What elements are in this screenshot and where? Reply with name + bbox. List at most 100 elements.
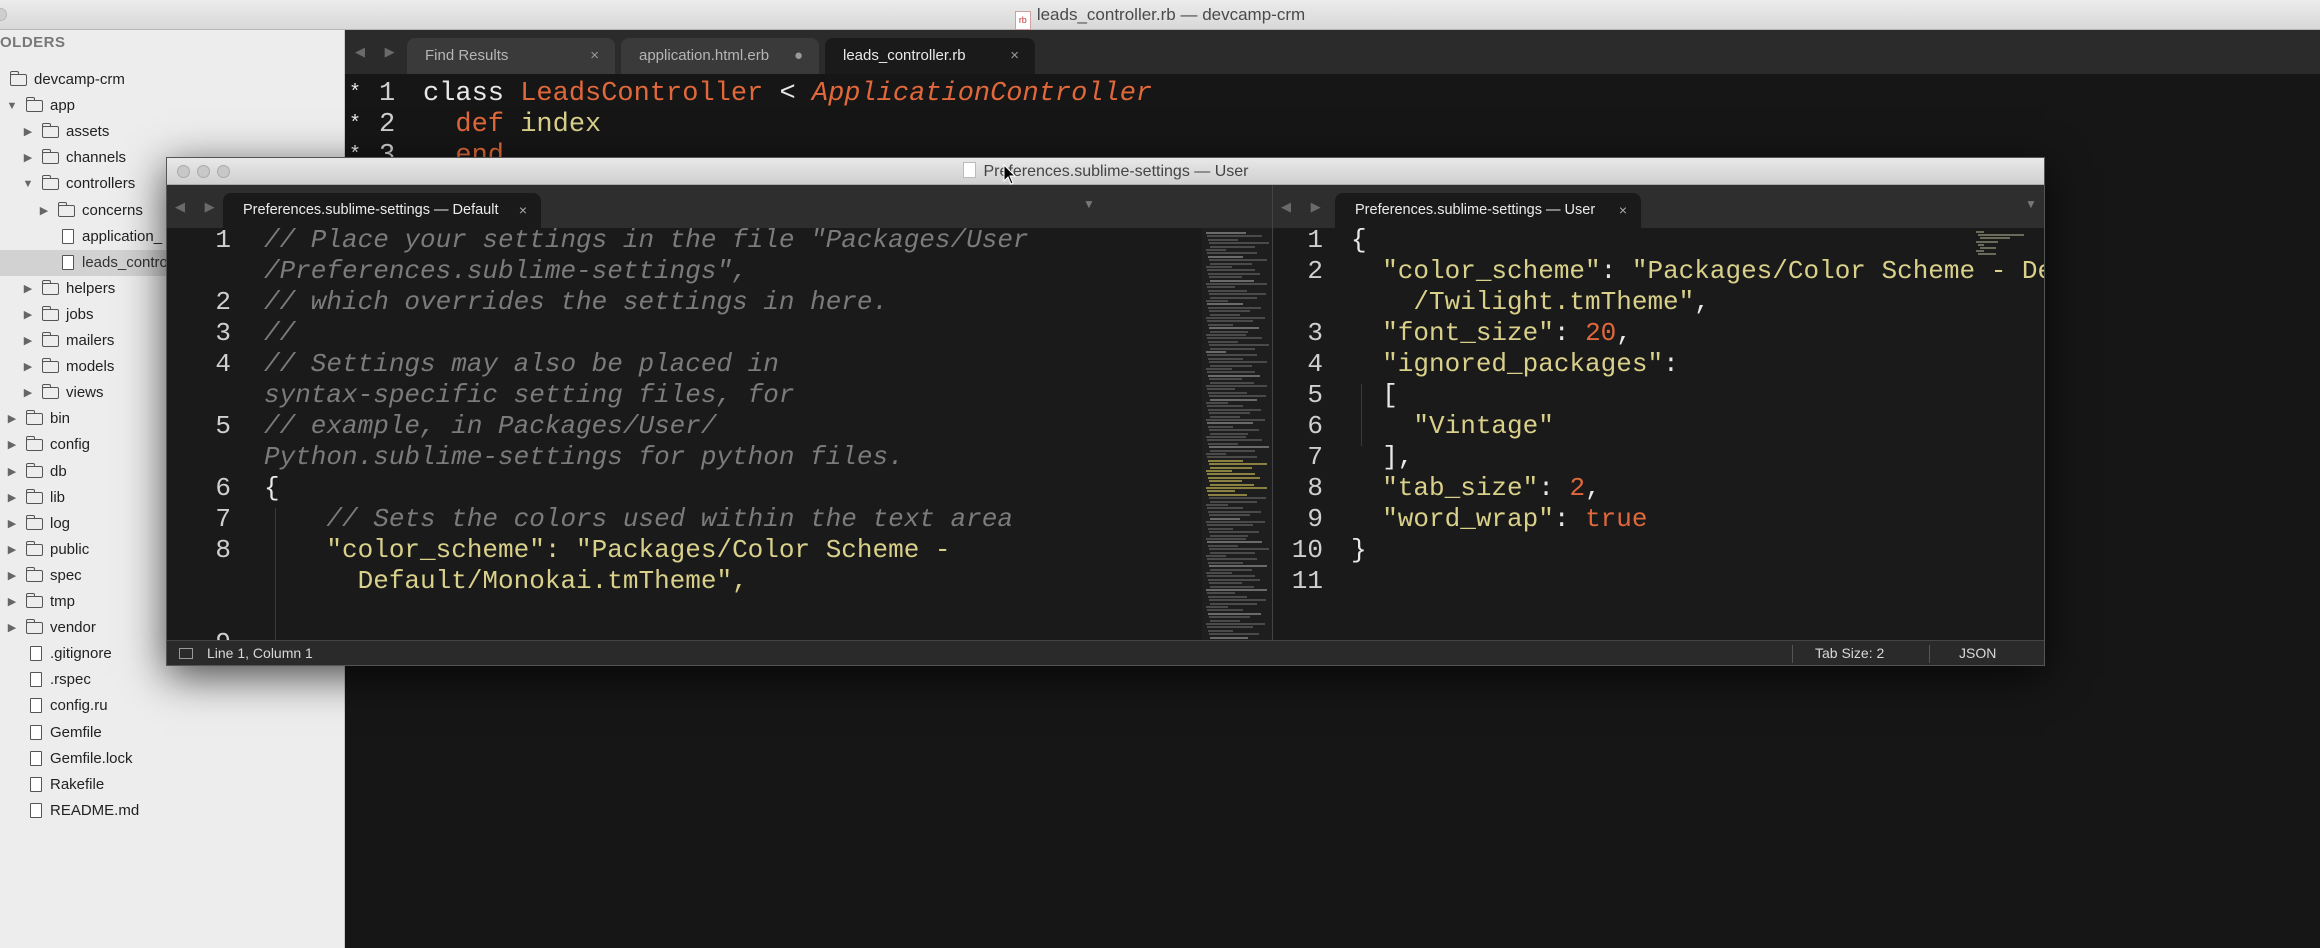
folder-row[interactable]: ▼ app [0,93,344,119]
code-token: < [763,79,812,109]
folder-icon [25,488,43,504]
minimap-line [1210,551,1255,554]
indent-guide [1361,384,1362,446]
file-row[interactable]: README.md [0,798,344,824]
right-nav-arrows[interactable]: ◀ ▶ [1281,199,1329,215]
disclosure-closed-icon[interactable]: ▶ [6,459,18,485]
file-icon [30,646,42,662]
minimap-line [1207,405,1243,408]
minimap-line [1206,606,1228,608]
tab-leads-controller[interactable]: leads_controller.rb × [825,38,1035,74]
minimap-line [1209,446,1269,449]
minimap-line [1208,442,1238,445]
disclosure-closed-icon[interactable]: ▶ [22,302,34,328]
minimap-line [1207,456,1257,459]
code-line: } [1351,535,1367,566]
folder-row[interactable]: ▶ assets [0,119,344,145]
code-token: "tab_size" [1351,473,1539,503]
file-row[interactable]: .rspec [0,667,344,693]
default-settings-editor[interactable]: 1 // Place your settings in the file "Pac… [167,228,1202,640]
status-divider [1929,645,1930,663]
minimap-line [1207,439,1262,442]
tab-default-settings[interactable]: Preferences.sublime-settings — Default × [223,193,541,228]
tree-item-label: channels [66,149,127,167]
preferences-window: Preferences.sublime-settings — User ◀ ▶ … [166,157,2045,666]
tab-size-indicator[interactable]: Tab Size: 2 [1815,641,1884,665]
disclosure-closed-icon[interactable]: ▶ [6,615,18,641]
code-token: : [1553,504,1586,534]
line-number: 8 [215,535,231,565]
left-nav-arrows[interactable]: ◀ ▶ [175,199,223,215]
minimap-line [1207,592,1235,595]
folder-row[interactable]: ▼ devcamp-crm [0,67,344,93]
disclosure-closed-icon[interactable]: ▶ [22,354,34,380]
user-settings-editor[interactable]: 1 {2 "color_scheme": "Packages/Color Sche… [1273,228,2044,640]
disclosure-closed-icon[interactable]: ▶ [6,511,18,537]
disclosure-closed-icon[interactable]: ▶ [22,276,34,302]
minimap-line [1210,619,1240,622]
code-line: Default/Monokai.tmTheme", [264,566,748,596]
disclosure-open-icon[interactable]: ▼ [22,171,34,197]
tab-modified-icon[interactable]: ● [794,38,803,74]
disclosure-open-icon[interactable]: ▼ [6,93,18,119]
minimap-line [1208,510,1261,513]
disclosure-closed-icon[interactable]: ▶ [22,328,34,354]
line-number: 2 [1307,256,1323,286]
code-token: 20 [1585,318,1617,348]
tab-close-icon[interactable]: × [1010,38,1019,74]
tab-find-results[interactable]: Find Results × [407,38,615,74]
line-number: 9 [1307,504,1323,534]
minimap-line [1206,623,1265,625]
disclosure-closed-icon[interactable]: ▶ [6,406,18,432]
minimap-line [1978,234,2024,237]
file-row[interactable]: Gemfile [0,720,344,746]
disclosure-closed-icon[interactable]: ▶ [22,119,34,145]
document-icon [962,162,976,178]
panel-toggle-icon[interactable] [179,648,193,659]
file-row[interactable]: Gemfile.lock [0,746,344,772]
minimap-line [1208,238,1238,241]
tab-user-settings[interactable]: Preferences.sublime-settings — User × [1335,193,1641,228]
minimap[interactable] [1202,228,1272,640]
minimap-line [1210,262,1252,265]
disclosure-closed-icon[interactable]: ▶ [38,198,50,224]
disclosure-open-icon[interactable]: ▼ [0,67,2,93]
code-line: "color_scheme": "Packages/Color Scheme - [264,535,951,565]
right-dropdown-icon[interactable]: ▼ [2025,197,2037,211]
tab-close-icon[interactable]: × [590,38,599,74]
minimap-line [1206,232,1246,234]
left-dropdown-icon[interactable]: ▼ [1083,197,1095,211]
tab-nav-arrows[interactable]: ◀ ▶ [355,44,403,60]
code-line: syntax-specific setting files, for [264,380,795,410]
line-number: 5 [1307,380,1323,410]
file-row[interactable]: config.ru [0,693,344,719]
disclosure-closed-icon[interactable]: ▶ [6,589,18,615]
minimap-line [1207,388,1235,391]
tab-close-icon[interactable]: × [519,193,527,228]
minimap-line [1978,243,1984,246]
disclosure-closed-icon[interactable]: ▶ [6,432,18,458]
code-line: ], [1351,442,1413,473]
folder-icon [41,358,59,374]
folder-icon [41,149,59,165]
tab-application-html-erb[interactable]: application.html.erb ● [621,38,819,74]
minimap-line [1206,453,1226,455]
code-line: { [264,473,280,503]
tree-item-label: models [66,358,115,376]
folder-icon [25,436,43,452]
file-row[interactable]: Rakefile [0,772,344,798]
minimap-line [1207,507,1243,510]
disclosure-closed-icon[interactable]: ▶ [6,485,18,511]
line-number: 8 [1307,473,1323,503]
disclosure-closed-icon[interactable]: ▶ [22,145,34,171]
tab-label: Preferences.sublime-settings — User [1355,202,1596,218]
window-title-text: leads_controller.rb — devcamp-crm [1036,5,1306,24]
syntax-indicator[interactable]: JSON [1959,641,1996,665]
disclosure-closed-icon[interactable]: ▶ [6,537,18,563]
disclosure-closed-icon[interactable]: ▶ [6,563,18,589]
tab-close-icon[interactable]: × [1619,193,1627,228]
minimap-line [1209,514,1250,517]
user-minimap[interactable] [1974,228,2034,268]
tree-item-label: tmp [50,593,76,610]
disclosure-closed-icon[interactable]: ▶ [22,380,34,406]
